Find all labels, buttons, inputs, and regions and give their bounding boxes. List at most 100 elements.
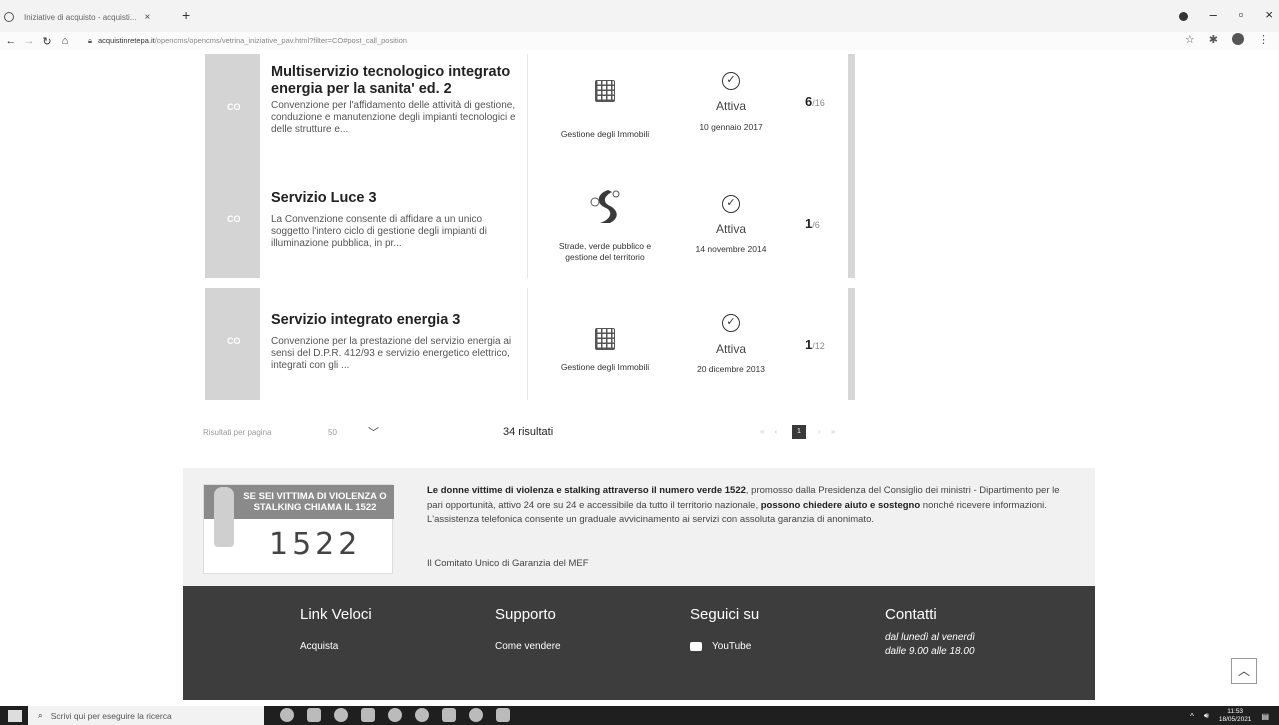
windows-taskbar: ⌕ Scrivi qui per eseguire la ricerca ^ 🔊… <box>0 706 1279 725</box>
tab-close-icon[interactable]: × <box>145 12 151 23</box>
card-side-bar <box>848 166 855 278</box>
app-icon[interactable] <box>496 708 510 722</box>
antiviolence-banner: SE SEI VITTIMA DI VIOLENZA O STALKING CH… <box>183 468 1095 586</box>
footer-heading: Seguici su <box>690 606 760 623</box>
bookmark-star-icon[interactable]: ☆ <box>1185 33 1195 46</box>
lots-total: /12 <box>812 341 825 351</box>
chrome-icon[interactable] <box>415 708 429 722</box>
initiative-title[interactable]: Servizio integrato energia 3 <box>271 312 521 329</box>
page-content: CO Multiservizio tecnologico integrato e… <box>0 50 1279 700</box>
initiative-thumbnail: CO <box>205 166 260 278</box>
edge-icon[interactable] <box>334 708 348 722</box>
browser-tab[interactable]: Iniziative di acquisto - acquisti... × <box>4 8 154 26</box>
footer-heading: Supporto <box>495 606 556 623</box>
url-field[interactable]: 🔒︎ acquistinretepa.it/opencms/opencms/vet… <box>88 36 407 46</box>
status-label: Attiva <box>715 99 746 113</box>
initiative-card[interactable]: CO Servizio Luce 3 La Convenzione consen… <box>205 166 855 278</box>
contact-hours: dal lunedì al venerdì dalle 9.00 alle 18.… <box>885 631 975 659</box>
contact-time: dalle 9.00 alle 18.00 <box>885 646 975 657</box>
search-icon: ⌕ <box>38 710 43 720</box>
file-explorer-icon[interactable] <box>361 708 375 722</box>
next-page-buttons[interactable]: › » <box>818 427 839 436</box>
column-divider <box>527 166 528 278</box>
initiative-thumbnail: CO <box>205 288 260 400</box>
extension-icon[interactable] <box>1232 33 1244 45</box>
banner-bold-1: Le donne vittime di violenza e stalking … <box>427 485 746 496</box>
taskbar-clock[interactable]: 11:53 18/05/2021 <box>1219 708 1252 724</box>
app-icon[interactable] <box>442 708 456 722</box>
clock-time: 11:53 <box>1227 708 1244 715</box>
address-bar: ← → ↻ ⌂ 🔒︎ acquistinretepa.it/opencms/ope… <box>0 32 1279 50</box>
tray-chevron-icon[interactable]: ^ <box>1190 712 1194 721</box>
maximize-button[interactable]: ▫ <box>1239 7 1244 22</box>
chrome-active-icon[interactable] <box>469 708 483 722</box>
initiative-card[interactable]: CO Servizio integrato energia 3 Convenzi… <box>205 288 855 400</box>
category-label: Strade, verde pubblico e gestione del te… <box>558 241 652 262</box>
lock-icon: 🔒︎ <box>88 36 92 45</box>
start-date: 10 gennaio 2017 <box>699 122 763 132</box>
minimize-button[interactable]: – <box>1210 7 1217 22</box>
lots-count: 1/6 <box>805 216 820 231</box>
results-per-page-select[interactable]: 50 <box>328 428 337 437</box>
start-date: 14 novembre 2014 <box>695 244 767 254</box>
site-footer: Link Veloci Acquista Supporto Come vende… <box>183 586 1095 700</box>
current-page-button[interactable]: 1 <box>792 425 806 439</box>
reload-icon[interactable]: ↻ <box>40 35 54 48</box>
chevron-down-icon[interactable]: ﹀ <box>368 424 379 440</box>
initiative-title[interactable]: Servizio Luce 3 <box>271 190 521 207</box>
profile-icon[interactable] <box>1178 12 1188 21</box>
lots-count: 6/16 <box>805 94 825 109</box>
start-date: 20 dicembre 2013 <box>696 364 766 374</box>
home-icon[interactable]: ⌂ <box>58 35 72 47</box>
footer-heading: Link Veloci <box>300 606 372 623</box>
footer-col-social: Seguici su YouTube <box>690 606 759 652</box>
task-view-icon[interactable] <box>307 708 321 722</box>
browser-menu-icon[interactable]: ⋮ <box>1258 33 1269 46</box>
clock-date: 18/05/2021 <box>1218 716 1252 723</box>
thumbnail-label: CO <box>227 102 241 112</box>
initiative-thumbnail: CO <box>205 54 260 166</box>
tab-bar: Iniziative di acquisto - acquisti... × +… <box>0 0 1279 32</box>
youtube-label: YouTube <box>712 641 752 652</box>
card-side-bar <box>848 288 855 400</box>
category-label: Gestione degli Immobili <box>560 129 650 139</box>
contact-days: dal lunedì al venerdì <box>885 632 976 643</box>
initiative-card[interactable]: CO Multiservizio tecnologico integrato e… <box>205 54 855 166</box>
volume-icon[interactable]: 🔊︎ <box>1204 711 1209 721</box>
category-label: Gestione degli Immobili <box>560 362 650 372</box>
check-circle-icon: ✓ <box>722 72 740 90</box>
footer-col-quick-links: Link Veloci Acquista <box>300 606 372 652</box>
footer-col-contacts: Contatti dal lunedì al venerdì dalle 9.00… <box>885 606 975 659</box>
windows-start-icon[interactable] <box>8 709 22 722</box>
prev-page-buttons[interactable]: « ‹ <box>760 427 781 436</box>
banner-text: Le donne vittime di violenza e stalking … <box>427 484 1077 528</box>
lots-total: /6 <box>812 220 820 230</box>
extensions-puzzle-icon[interactable]: ✱ <box>1209 33 1218 46</box>
tab-title: Iniziative di acquisto - acquisti... <box>24 12 137 22</box>
helpline-1522-logo[interactable]: SE SEI VITTIMA DI VIOLENZA O STALKING CH… <box>203 484 394 574</box>
logo-caption: SE SEI VITTIMA DI VIOLENZA O STALKING CH… <box>243 491 387 513</box>
results-per-page-label: Risultati per pagina <box>203 428 272 437</box>
close-window-button[interactable]: × <box>1265 7 1273 22</box>
internet-explorer-icon[interactable] <box>388 708 402 722</box>
taskbar-search-input[interactable]: ⌕ Scrivi qui per eseguire la ricerca <box>28 706 264 725</box>
initiative-title[interactable]: Multiservizio tecnologico integrato ener… <box>271 64 521 98</box>
url-domain: acquistinretepa.it <box>98 36 155 45</box>
new-tab-button[interactable]: + <box>182 7 190 23</box>
initiative-description: Convenzione per l'affidamento delle atti… <box>271 100 516 135</box>
column-divider <box>527 288 528 400</box>
footer-link-acquista[interactable]: Acquista <box>300 641 372 652</box>
cortana-icon[interactable] <box>280 708 294 722</box>
status-label: Attiva <box>715 342 746 356</box>
back-arrow-icon[interactable]: ← <box>4 35 18 47</box>
scroll-to-top-button[interactable]: ︿ <box>1231 658 1257 684</box>
footer-link-come-vendere[interactable]: Come vendere <box>495 641 561 652</box>
forward-arrow-icon[interactable]: → <box>22 35 36 47</box>
window-controls: – ▫ × <box>1178 7 1273 22</box>
footer-link-youtube[interactable]: YouTube <box>690 641 759 652</box>
notifications-icon[interactable]: ▤ <box>1261 712 1269 721</box>
card-side-bar <box>848 54 855 166</box>
youtube-icon <box>690 641 702 651</box>
thumbnail-label: CO <box>227 336 241 346</box>
check-circle-icon: ✓ <box>722 314 740 332</box>
